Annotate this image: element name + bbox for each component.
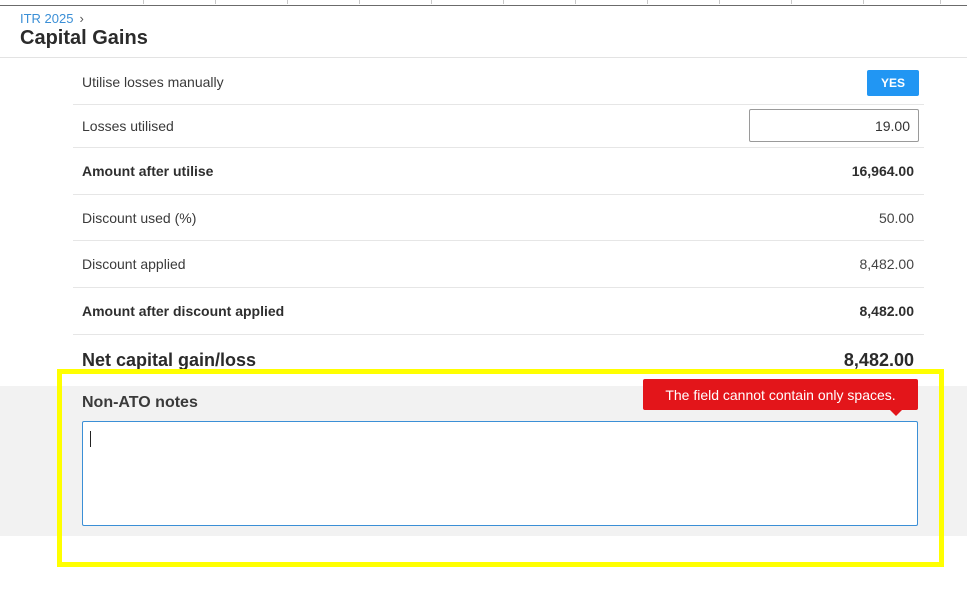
discount-applied-value: 8,482.00 [859,256,915,272]
losses-utilised-row: Losses utilised [73,105,924,148]
discount-applied-row: Discount applied 8,482.00 [73,241,924,288]
losses-utilised-input[interactable] [749,109,919,142]
discount-used-value: 50.00 [878,209,914,226]
page-header: ITR 2025 › Capital Gains [0,6,967,58]
amount-after-utilise-value: 16,964.00 [851,163,914,179]
toolbar-divider [647,0,648,4]
toolbar-divider [359,0,360,4]
utilise-losses-toggle[interactable]: YES [867,70,919,96]
text-cursor [90,431,91,447]
toolbar-divider [215,0,216,4]
amount-after-discount-row: Amount after discount applied 8,482.00 [73,288,924,335]
amount-after-discount-value: 8,482.00 [859,303,915,319]
page-title: Capital Gains [20,27,148,49]
toolbar-divider [143,0,144,4]
discount-used-label: Discount used (%) [82,209,197,226]
net-capital-gain-value: 8,482.00 [843,350,914,370]
chevron-right-icon: › [79,11,84,26]
net-capital-gain-row: Net capital gain/loss 8,482.00 [73,336,924,384]
breadcrumb: ITR 2025 › [20,11,84,26]
discount-used-row: Discount used (%) 50.00 [73,195,924,241]
toolbar-divider [940,0,941,4]
amount-after-utilise-row: Amount after utilise 16,964.00 [73,148,924,195]
validation-error-tooltip: The field cannot contain only spaces. [643,379,918,416]
toolbar-divider [863,0,864,4]
discount-applied-label: Discount applied [82,256,186,272]
utilise-losses-row: Utilise losses manually YES [73,60,924,105]
amount-after-utilise-label: Amount after utilise [82,163,214,179]
net-capital-gain-label: Net capital gain/loss [82,350,257,370]
toolbar-divider [287,0,288,4]
notes-label: Non-ATO notes [82,394,198,411]
toolbar-divider [503,0,504,4]
utilise-losses-label: Utilise losses manually [82,74,224,90]
toolbar-divider [719,0,720,4]
toolbar-divider [791,0,792,4]
notes-textarea[interactable] [82,421,918,526]
toolbar-divider [575,0,576,4]
tooltip-arrow [890,410,902,416]
losses-utilised-label: Losses utilised [82,118,174,134]
validation-error-text: The field cannot contain only spaces. [665,386,896,403]
amount-after-discount-label: Amount after discount applied [82,303,285,319]
toolbar-divider [431,0,432,4]
breadcrumb-link-itr[interactable]: ITR 2025 [20,11,73,26]
